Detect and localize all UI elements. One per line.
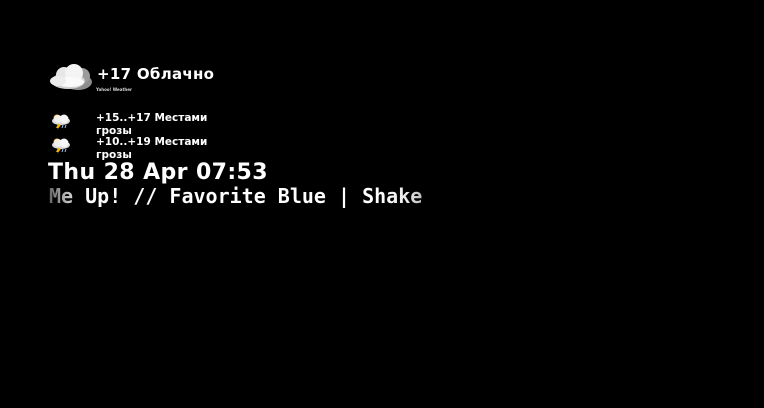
forecast-row: +15..+17 Местами грозы [48,112,248,137]
forecast-text: +15..+17 Местами грозы [96,112,208,137]
thunderstorm-icon [52,114,70,130]
forecast-text: +10..+19 Местами грозы [96,136,208,161]
date-time-clock: Thu 28 Apr 07:53 [48,160,268,185]
now-playing-ticker: Me Up! // Favorite Blue | Shake [49,184,423,208]
cloud-icon [50,64,92,90]
weather-provider-label: Yahoo! Weather [96,87,132,92]
thunderstorm-icon [52,138,70,154]
forecast-row: +10..+19 Местами грозы [48,136,248,161]
current-weather: +17 Облачно Yahoo! Weather [48,62,308,98]
current-temperature: +17 Облачно [97,65,215,83]
